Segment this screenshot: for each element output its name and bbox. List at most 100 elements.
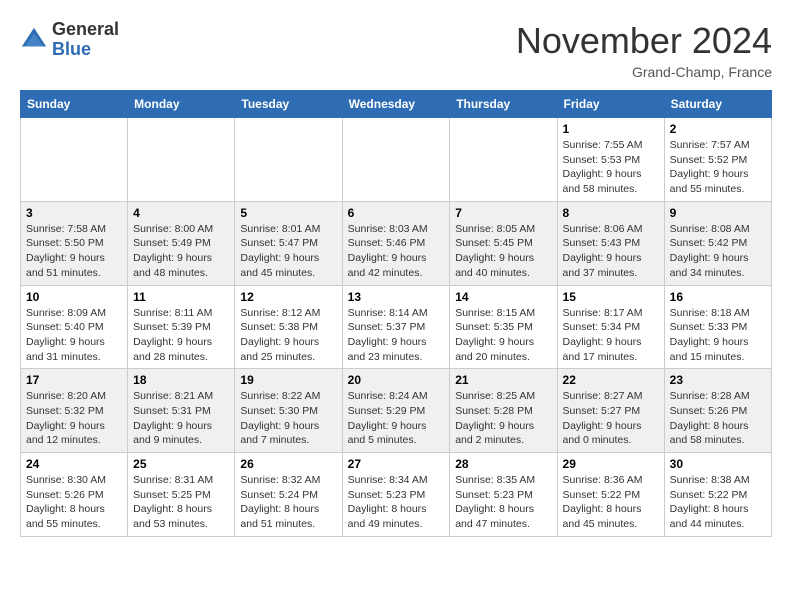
day-number: 9 (670, 206, 766, 220)
calendar-cell: 22 Sunrise: 8:27 AM Sunset: 5:27 PM Dayli… (557, 369, 664, 453)
day-info: Sunrise: 7:57 AM Sunset: 5:52 PM Dayligh… (670, 138, 766, 197)
day-number: 8 (563, 206, 659, 220)
calendar-cell (450, 118, 557, 202)
calendar-cell: 25 Sunrise: 8:31 AM Sunset: 5:25 PM Dayli… (128, 453, 235, 537)
calendar-week-4: 17Sunrise: 8:20 AM Sunset: 5:32 PM Dayli… (21, 369, 772, 453)
day-number: 21 (455, 373, 551, 387)
day-number: 18 (133, 373, 229, 387)
day-number: 15 (563, 290, 659, 304)
calendar-cell: 20 Sunrise: 8:24 AM Sunset: 5:29 PM Dayli… (342, 369, 450, 453)
day-info: Sunrise: 8:06 AM Sunset: 5:43 PM Dayligh… (563, 222, 659, 281)
calendar-cell: 1 Sunrise: 7:55 AM Sunset: 5:53 PM Daylig… (557, 118, 664, 202)
logo: General Blue (20, 20, 119, 60)
calendar-cell: 21 Sunrise: 8:25 AM Sunset: 5:28 PM Dayli… (450, 369, 557, 453)
day-info: Sunrise: 8:15 AM Sunset: 5:35 PM Dayligh… (455, 306, 551, 365)
day-info: Sunrise: 8:24 AM Sunset: 5:29 PM Dayligh… (348, 389, 445, 448)
day-number: 30 (670, 457, 766, 471)
calendar-cell: 27Sunrise: 8:34 AM Sunset: 5:23 PM Dayli… (342, 453, 450, 537)
day-info: Sunrise: 8:03 AM Sunset: 5:46 PM Dayligh… (348, 222, 445, 281)
calendar-cell: 24 Sunrise: 8:30 AM Sunset: 5:26 PM Dayli… (21, 453, 128, 537)
calendar-cell: 15 Sunrise: 8:17 AM Sunset: 5:34 PM Dayli… (557, 285, 664, 369)
calendar-header-tuesday: Tuesday (235, 91, 342, 118)
day-number: 2 (670, 122, 766, 136)
day-info: Sunrise: 7:58 AM Sunset: 5:50 PM Dayligh… (26, 222, 122, 281)
calendar-week-1: 1 Sunrise: 7:55 AM Sunset: 5:53 PM Daylig… (21, 118, 772, 202)
calendar-header-sunday: Sunday (21, 91, 128, 118)
calendar-cell: 8 Sunrise: 8:06 AM Sunset: 5:43 PM Daylig… (557, 201, 664, 285)
calendar-cell (128, 118, 235, 202)
calendar-cell: 5 Sunrise: 8:01 AM Sunset: 5:47 PM Daylig… (235, 201, 342, 285)
day-number: 6 (348, 206, 445, 220)
calendar-header-monday: Monday (128, 91, 235, 118)
calendar-cell: 19 Sunrise: 8:22 AM Sunset: 5:30 PM Dayli… (235, 369, 342, 453)
title-block: November 2024 Grand-Champ, France (516, 20, 772, 80)
day-info: Sunrise: 8:09 AM Sunset: 5:40 PM Dayligh… (26, 306, 122, 365)
calendar-header-thursday: Thursday (450, 91, 557, 118)
day-info: Sunrise: 8:05 AM Sunset: 5:45 PM Dayligh… (455, 222, 551, 281)
calendar-header-wednesday: Wednesday (342, 91, 450, 118)
calendar-cell (235, 118, 342, 202)
day-info: Sunrise: 8:17 AM Sunset: 5:34 PM Dayligh… (563, 306, 659, 365)
day-info: Sunrise: 7:55 AM Sunset: 5:53 PM Dayligh… (563, 138, 659, 197)
calendar-cell: 3 Sunrise: 7:58 AM Sunset: 5:50 PM Daylig… (21, 201, 128, 285)
day-number: 26 (240, 457, 336, 471)
day-info: Sunrise: 8:30 AM Sunset: 5:26 PM Dayligh… (26, 473, 122, 532)
day-info: Sunrise: 8:34 AM Sunset: 5:23 PM Dayligh… (348, 473, 445, 532)
calendar-header-row: SundayMondayTuesdayWednesdayThursdayFrid… (21, 91, 772, 118)
calendar-cell: 7Sunrise: 8:05 AM Sunset: 5:45 PM Daylig… (450, 201, 557, 285)
calendar-header-saturday: Saturday (664, 91, 771, 118)
calendar-week-5: 24 Sunrise: 8:30 AM Sunset: 5:26 PM Dayli… (21, 453, 772, 537)
day-number: 16 (670, 290, 766, 304)
day-info: Sunrise: 8:20 AM Sunset: 5:32 PM Dayligh… (26, 389, 122, 448)
calendar-cell: 6 Sunrise: 8:03 AM Sunset: 5:46 PM Daylig… (342, 201, 450, 285)
day-info: Sunrise: 8:22 AM Sunset: 5:30 PM Dayligh… (240, 389, 336, 448)
day-number: 4 (133, 206, 229, 220)
calendar-cell: 13 Sunrise: 8:14 AM Sunset: 5:37 PM Dayli… (342, 285, 450, 369)
day-info: Sunrise: 8:08 AM Sunset: 5:42 PM Dayligh… (670, 222, 766, 281)
day-info: Sunrise: 8:12 AM Sunset: 5:38 PM Dayligh… (240, 306, 336, 365)
day-number: 12 (240, 290, 336, 304)
day-number: 24 (26, 457, 122, 471)
day-number: 11 (133, 290, 229, 304)
day-info: Sunrise: 8:28 AM Sunset: 5:26 PM Dayligh… (670, 389, 766, 448)
logo-icon (20, 26, 48, 54)
calendar-cell: 14 Sunrise: 8:15 AM Sunset: 5:35 PM Dayli… (450, 285, 557, 369)
day-info: Sunrise: 8:35 AM Sunset: 5:23 PM Dayligh… (455, 473, 551, 532)
day-number: 25 (133, 457, 229, 471)
day-number: 23 (670, 373, 766, 387)
day-number: 13 (348, 290, 445, 304)
calendar-cell: 18Sunrise: 8:21 AM Sunset: 5:31 PM Dayli… (128, 369, 235, 453)
day-number: 5 (240, 206, 336, 220)
day-info: Sunrise: 8:31 AM Sunset: 5:25 PM Dayligh… (133, 473, 229, 532)
day-number: 10 (26, 290, 122, 304)
day-info: Sunrise: 8:25 AM Sunset: 5:28 PM Dayligh… (455, 389, 551, 448)
day-info: Sunrise: 8:01 AM Sunset: 5:47 PM Dayligh… (240, 222, 336, 281)
logo-blue-text: Blue (52, 40, 119, 60)
calendar-cell: 26 Sunrise: 8:32 AM Sunset: 5:24 PM Dayli… (235, 453, 342, 537)
day-info: Sunrise: 8:14 AM Sunset: 5:37 PM Dayligh… (348, 306, 445, 365)
logo-general-text: General (52, 20, 119, 40)
day-number: 22 (563, 373, 659, 387)
day-number: 14 (455, 290, 551, 304)
day-info: Sunrise: 8:36 AM Sunset: 5:22 PM Dayligh… (563, 473, 659, 532)
calendar-cell: 10 Sunrise: 8:09 AM Sunset: 5:40 PM Dayli… (21, 285, 128, 369)
day-info: Sunrise: 8:00 AM Sunset: 5:49 PM Dayligh… (133, 222, 229, 281)
location-text: Grand-Champ, France (516, 64, 772, 80)
calendar-cell (342, 118, 450, 202)
calendar-cell: 30Sunrise: 8:38 AM Sunset: 5:22 PM Dayli… (664, 453, 771, 537)
page-header: General Blue November 2024 Grand-Champ, … (20, 20, 772, 80)
calendar-cell: 9 Sunrise: 8:08 AM Sunset: 5:42 PM Daylig… (664, 201, 771, 285)
calendar-cell: 16Sunrise: 8:18 AM Sunset: 5:33 PM Dayli… (664, 285, 771, 369)
day-number: 3 (26, 206, 122, 220)
calendar-cell: 11 Sunrise: 8:11 AM Sunset: 5:39 PM Dayli… (128, 285, 235, 369)
calendar-cell: 4 Sunrise: 8:00 AM Sunset: 5:49 PM Daylig… (128, 201, 235, 285)
day-number: 19 (240, 373, 336, 387)
day-info: Sunrise: 8:32 AM Sunset: 5:24 PM Dayligh… (240, 473, 336, 532)
day-number: 20 (348, 373, 445, 387)
day-info: Sunrise: 8:27 AM Sunset: 5:27 PM Dayligh… (563, 389, 659, 448)
month-title: November 2024 (516, 20, 772, 62)
day-info: Sunrise: 8:11 AM Sunset: 5:39 PM Dayligh… (133, 306, 229, 365)
calendar-cell: 2 Sunrise: 7:57 AM Sunset: 5:52 PM Daylig… (664, 118, 771, 202)
calendar-week-3: 10 Sunrise: 8:09 AM Sunset: 5:40 PM Dayli… (21, 285, 772, 369)
day-number: 1 (563, 122, 659, 136)
